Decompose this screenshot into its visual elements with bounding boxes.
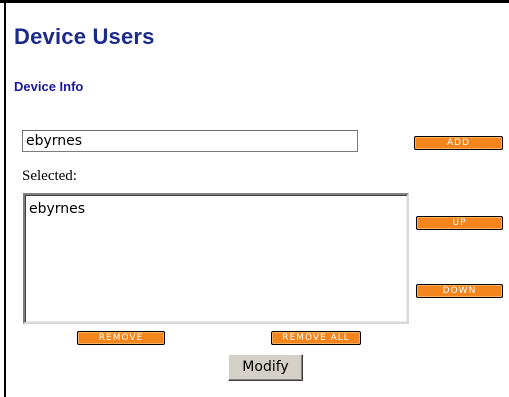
page-title: Device Users [14,24,155,49]
list-item[interactable]: ebyrnes [29,201,407,218]
top-border [0,0,509,3]
up-button[interactable]: UP [416,216,503,230]
user-input[interactable] [22,130,358,152]
remove-all-button[interactable]: REMOVE ALL [271,331,361,345]
down-button[interactable]: DOWN [416,284,503,298]
selected-users-listbox[interactable]: ebyrnes [23,193,409,324]
remove-button[interactable]: REMOVE [77,331,165,345]
add-button[interactable]: ADD [414,136,503,150]
section-title: Device Info [14,79,84,94]
selected-label: Selected: [22,168,77,184]
left-border [4,0,6,397]
modify-button[interactable]: Modify [228,354,303,381]
